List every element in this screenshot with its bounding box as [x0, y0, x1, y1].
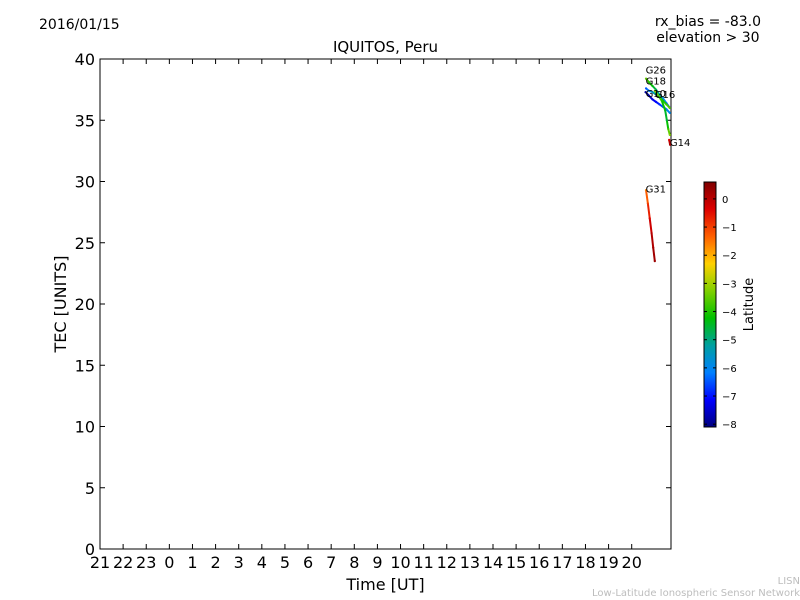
- credit-short: LISN: [777, 576, 800, 587]
- x-tick-label: 3: [234, 553, 244, 572]
- x-tick-label: 6: [303, 553, 313, 572]
- data-point-g31: [648, 217, 651, 220]
- data-point-g31: [652, 246, 655, 249]
- chart-title: IQUITOS, Peru: [333, 38, 438, 56]
- series-label-g14: G14: [670, 138, 690, 149]
- x-tick-label: 20: [622, 553, 642, 572]
- trace-segment-g31: [652, 247, 656, 262]
- data-point-g18: [665, 103, 668, 106]
- y-tick-label: 30: [75, 173, 95, 192]
- data-point-g16: [668, 133, 671, 137]
- x-tick-label: 12: [437, 553, 457, 572]
- colorbar: [703, 181, 717, 428]
- x-tick-label: 5: [280, 553, 290, 572]
- colorbar-tick-label: −3: [722, 279, 737, 290]
- data-point-g18: [668, 106, 671, 110]
- credit: LISN Low-Latitude Ionospheric Sensor Net…: [592, 576, 800, 600]
- x-tick-label: 23: [136, 553, 156, 572]
- x-tick-label: 11: [413, 553, 433, 572]
- x-tick-label: 0: [164, 553, 174, 572]
- trace-segment-g16: [665, 120, 670, 129]
- colorbar-tick-label: −5: [722, 336, 737, 347]
- trace-segment-g31: [646, 203, 651, 219]
- x-tick-label: 4: [257, 553, 267, 572]
- series-label-g16: G16: [655, 90, 675, 101]
- y-tick-label: 40: [75, 50, 95, 69]
- series-label-g26: G26: [646, 66, 666, 77]
- colorbar-tick-label: −1: [722, 223, 737, 234]
- data-point-g10: [658, 103, 661, 106]
- colorbar-tick-label: −6: [722, 364, 737, 375]
- data-point-g31: [650, 231, 653, 235]
- y-axis-label: TEC [UNITS]: [51, 256, 70, 354]
- data-point-g16: [665, 119, 668, 122]
- y-tick-label: 15: [75, 356, 95, 375]
- series-label-g18: G18: [646, 77, 666, 88]
- y-tick-label: 35: [75, 111, 95, 130]
- x-tick-label: 1: [187, 553, 197, 572]
- x-tick-label: 17: [552, 553, 572, 572]
- x-tick-label: 22: [113, 553, 133, 572]
- y-tick-label: 20: [75, 295, 95, 314]
- x-tick-label: 15: [506, 553, 526, 572]
- x-tick-label: 14: [483, 553, 503, 572]
- tec-chart: IQUITOS, Peru051015202530354021 22 23 0 1 2 3 4…: [51, 38, 757, 594]
- credit-long: Low-Latitude Ionospheric Sensor Network: [592, 588, 800, 599]
- x-tick-label: 10: [390, 553, 410, 572]
- colorbar-tick-label: −4: [722, 308, 737, 319]
- x-tick-label: 2: [210, 553, 220, 572]
- data-point-g31: [653, 260, 656, 263]
- trace-segment-g31: [648, 218, 653, 234]
- x-tick-label: 13: [460, 553, 480, 572]
- data-point-g16: [664, 109, 667, 112]
- y-tick-label: 10: [75, 418, 95, 437]
- y-tick-label: 25: [75, 234, 95, 253]
- x-tick-label: 21: [90, 553, 110, 572]
- data-point-g10: [668, 111, 671, 114]
- trace-segment-g16: [664, 110, 668, 121]
- colorbar-label: Latitude: [742, 278, 757, 332]
- plot-frame: [99, 58, 672, 550]
- x-tick-label: 16: [529, 553, 549, 572]
- colorbar-tick-label: 0: [722, 195, 728, 206]
- colorbar-tick-label: −7: [722, 392, 737, 403]
- x-tick-label: 7: [326, 553, 336, 572]
- x-tick-label: 8: [349, 553, 359, 572]
- colorbar-tick-label: −2: [722, 251, 737, 262]
- y-tick-label: 5: [85, 479, 95, 498]
- colorbar-tick-label: −8: [722, 420, 737, 431]
- x-tick-label: 18: [575, 553, 595, 572]
- x-tick-label: 9: [372, 553, 382, 572]
- series-label-g31: G31: [646, 185, 666, 196]
- x-tick-label: 19: [598, 553, 618, 572]
- trace-segment-g31: [650, 232, 655, 248]
- x-axis-label: Time [UT]: [345, 575, 424, 594]
- data-point-g31: [646, 202, 649, 205]
- data-point-g16: [667, 127, 670, 130]
